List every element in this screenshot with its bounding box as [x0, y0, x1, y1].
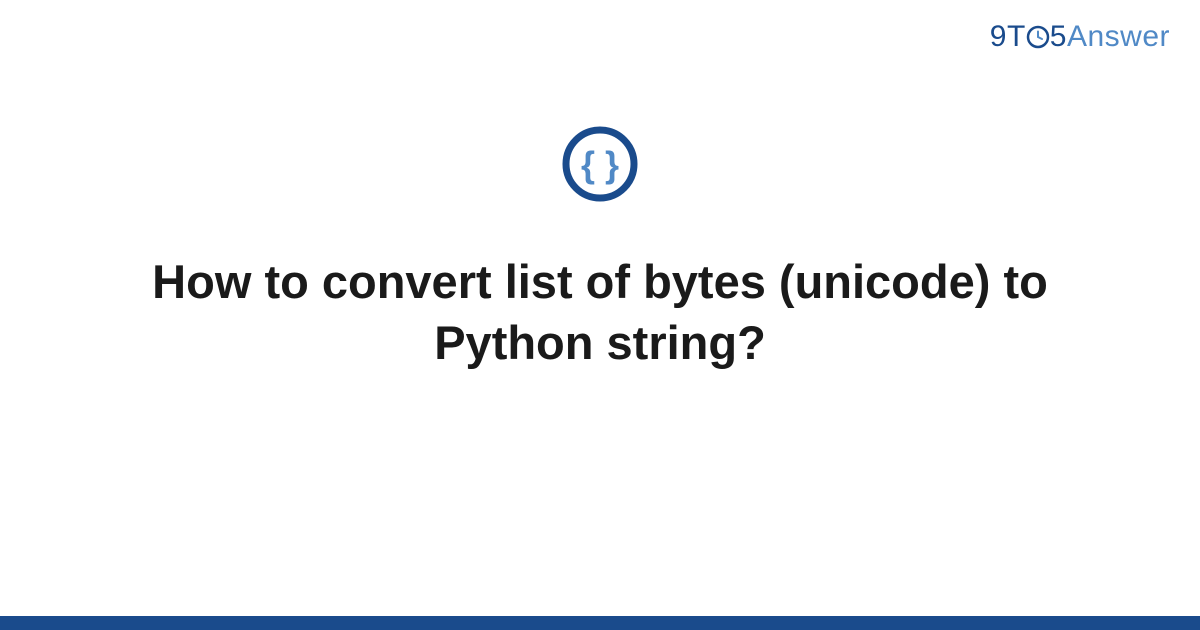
- svg-text:{ }: { }: [581, 144, 619, 185]
- site-logo[interactable]: 9T5Answer: [990, 20, 1170, 54]
- footer-accent-bar: [0, 616, 1200, 630]
- logo-answer: Answer: [1067, 20, 1170, 53]
- logo-t: T: [1007, 20, 1026, 53]
- logo-nine: 9: [990, 20, 1007, 53]
- code-braces-icon: { }: [561, 125, 639, 203]
- logo-five: 5: [1050, 20, 1067, 53]
- page-title: How to convert list of bytes (unicode) t…: [150, 251, 1050, 373]
- logo-clock-icon: [1026, 25, 1050, 49]
- main-content: { } How to convert list of bytes (unicod…: [0, 125, 1200, 373]
